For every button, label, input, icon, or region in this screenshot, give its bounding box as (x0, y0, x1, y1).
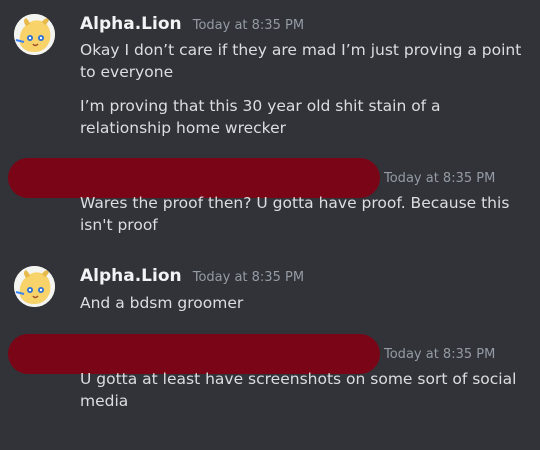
avatar[interactable] (14, 14, 55, 55)
timestamp[interactable]: Today at 8:35 PM (384, 347, 495, 362)
avatar[interactable] (14, 266, 55, 307)
username[interactable]: Alpha.Lion (80, 266, 182, 286)
lion-avatar-icon (14, 14, 55, 55)
message-text: I’m proving that this 30 year old shit s… (80, 97, 441, 137)
message-text: U gotta at least have screenshots on som… (80, 370, 517, 410)
lion-avatar-icon (14, 266, 55, 307)
message-header: Alpha.Lion Today at 8:35 PM (80, 266, 304, 286)
username[interactable]: Alpha.Lion (80, 14, 182, 34)
message-text: And a bdsm groomer (80, 294, 244, 312)
message-header: Alpha.Lion Today at 8:35 PM (80, 14, 304, 34)
timestamp[interactable]: Today at 8:35 PM (384, 171, 495, 186)
message-text: Wares the proof then? U gotta have proof… (80, 194, 510, 234)
message-text: Okay I don’t care if they are mad I’m ju… (80, 41, 522, 81)
timestamp[interactable]: Today at 8:35 PM (193, 18, 304, 33)
timestamp[interactable]: Today at 8:35 PM (193, 270, 304, 285)
